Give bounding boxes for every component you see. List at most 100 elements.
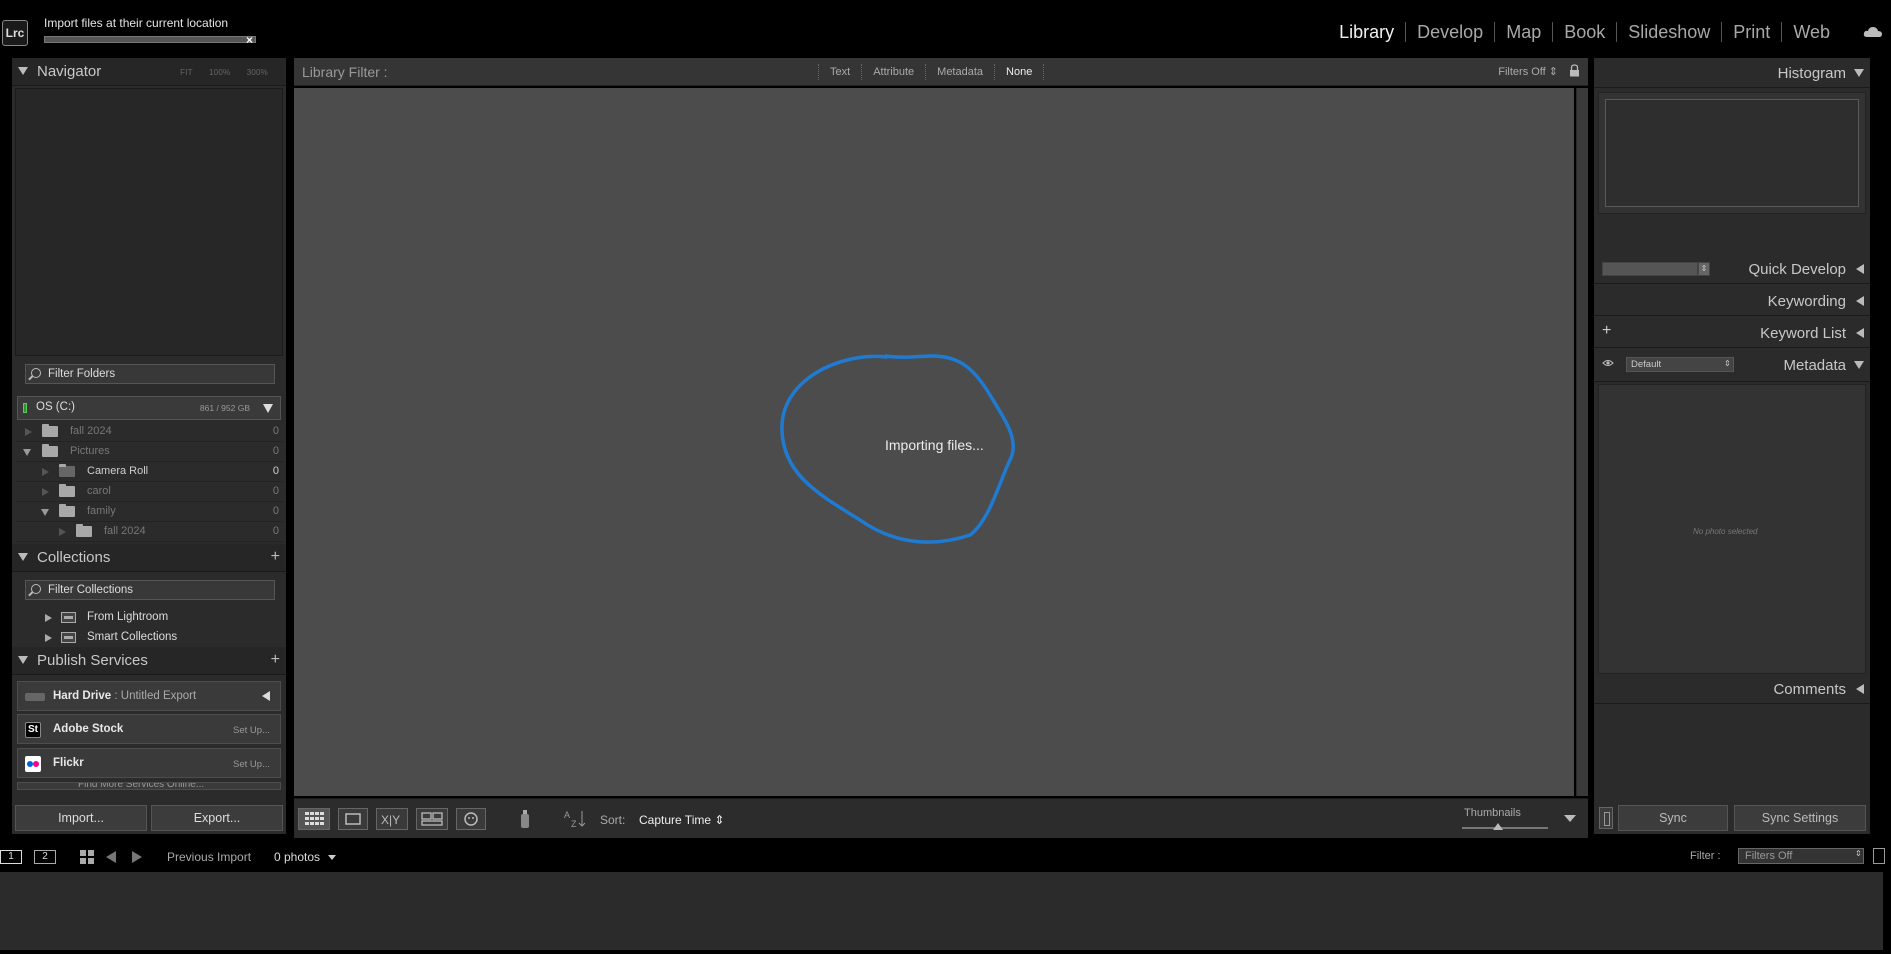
publish-service-hard-drive[interactable]: Hard Drive : Untitled Export <box>17 681 281 711</box>
navigator-preview[interactable] <box>15 88 283 356</box>
add-publish-service-icon[interactable]: + <box>271 651 280 669</box>
grid-view-button[interactable] <box>298 808 330 830</box>
disclosure-icon[interactable] <box>45 634 52 642</box>
adobe-stock-icon: St <box>25 722 41 738</box>
keywording-header[interactable]: Keywording <box>1594 286 1870 316</box>
filmstrip-source[interactable]: Previous Import <box>167 850 251 864</box>
disclosure-icon[interactable] <box>42 468 49 476</box>
expand-triangle-icon <box>1856 264 1864 274</box>
quick-develop-header[interactable]: ⇕ Quick Develop <box>1594 254 1870 284</box>
filter-tab-text[interactable]: Text <box>818 64 861 80</box>
filter-collections-input[interactable]: Filter Collections <box>25 580 275 600</box>
loupe-icon <box>345 813 361 825</box>
zoom-100[interactable]: 100% <box>209 68 230 77</box>
module-develop[interactable]: Develop <box>1405 22 1494 42</box>
publish-service-flickr[interactable]: Flickr Set Up... <box>17 748 281 778</box>
thumbnail-slider-knob[interactable] <box>1493 823 1503 830</box>
disclosure-icon[interactable] <box>42 488 49 496</box>
left-panel: Navigator FIT 100% 300% Filter Folders O… <box>12 58 286 834</box>
filter-tab-metadata[interactable]: Metadata <box>925 64 994 80</box>
expand-icon[interactable] <box>262 691 270 701</box>
volume-name: OS (C:) <box>36 401 75 413</box>
preset-stepper-icon[interactable]: ⇕ <box>1724 359 1731 368</box>
thumbnail-size-slider[interactable] <box>1462 827 1548 829</box>
publish-service-adobe-stock[interactable]: St Adobe Stock Set Up... <box>17 714 281 744</box>
filter-folders-input[interactable]: Filter Folders <box>25 364 275 384</box>
cancel-import-button[interactable]: × <box>246 33 253 47</box>
auto-sync-switch[interactable] <box>1599 807 1613 829</box>
module-slideshow[interactable]: Slideshow <box>1616 22 1721 42</box>
grid-view[interactable]: Importing files... <box>294 88 1574 796</box>
folder-row[interactable]: fall 2024 0 <box>15 422 283 442</box>
module-map[interactable]: Map <box>1494 22 1552 42</box>
preset-stepper-icon[interactable]: ⇕ <box>1698 262 1710 276</box>
folder-row[interactable]: Pictures 0 <box>15 442 283 462</box>
sync-button[interactable]: Sync <box>1618 805 1728 831</box>
disclosure-icon[interactable] <box>23 449 31 456</box>
folder-row[interactable]: carol 0 <box>15 482 283 502</box>
module-print[interactable]: Print <box>1721 22 1781 42</box>
histogram-header[interactable]: Histogram <box>1594 58 1870 88</box>
lock-icon[interactable] <box>1569 64 1580 77</box>
people-view-button[interactable] <box>456 808 486 830</box>
volume-os-c[interactable]: OS (C:) 861 / 952 GB <box>17 396 281 420</box>
painter-spray-icon[interactable] <box>518 808 532 830</box>
add-keyword-icon[interactable]: + <box>1602 322 1611 340</box>
sort-dropdown[interactable]: Capture Time ⇕ <box>639 813 724 827</box>
find-more-services-button[interactable]: Find More Services Online... <box>17 782 281 790</box>
disclosure-icon[interactable] <box>59 528 66 536</box>
metadata-preset-select[interactable]: Default <box>1626 357 1734 372</box>
filmstrip[interactable] <box>0 872 1883 950</box>
filter-toggle-switch[interactable] <box>1873 848 1885 864</box>
folder-row[interactable]: fall 2024 0 <box>15 522 283 542</box>
navigator-header[interactable]: Navigator FIT 100% 300% <box>12 58 286 86</box>
zoom-300[interactable]: 300% <box>247 68 268 77</box>
add-collection-icon[interactable]: + <box>271 548 280 566</box>
module-picker: Library Develop Map Book Slideshow Print… <box>1328 22 1875 42</box>
publish-services-header[interactable]: Publish Services + <box>12 647 286 675</box>
sync-settings-button[interactable]: Sync Settings <box>1734 805 1866 831</box>
photo-count[interactable]: 0 photos <box>274 850 320 864</box>
filmstrip-filter-select[interactable]: Filters Off <box>1738 848 1864 864</box>
volume-dropdown-icon[interactable] <box>263 404 273 413</box>
collection-set-row[interactable]: Smart Collections <box>15 628 283 648</box>
filter-stepper-icon[interactable]: ⇕ <box>1855 849 1862 858</box>
disclosure-icon[interactable] <box>41 509 49 516</box>
loupe-view-button[interactable] <box>338 808 368 830</box>
disclosure-icon[interactable] <box>25 428 32 436</box>
forward-arrow-icon[interactable] <box>132 851 142 863</box>
module-library[interactable]: Library <box>1328 22 1405 42</box>
export-button[interactable]: Export... <box>151 805 283 831</box>
sort-direction-icon[interactable]: A Z <box>562 808 592 830</box>
metadata-header[interactable]: Default ⇕ Metadata <box>1594 350 1870 382</box>
back-arrow-icon[interactable] <box>106 851 116 863</box>
module-web[interactable]: Web <box>1781 22 1841 42</box>
zoom-fit[interactable]: FIT <box>180 68 192 77</box>
disclosure-icon[interactable] <box>45 614 52 622</box>
collections-header[interactable]: Collections + <box>12 544 286 572</box>
collection-set-row[interactable]: From Lightroom <box>15 608 283 628</box>
folder-row[interactable]: Camera Roll 0 <box>15 462 283 482</box>
comments-header[interactable]: Comments <box>1594 674 1870 704</box>
grid-scrollbar[interactable] <box>1576 88 1588 796</box>
cloud-sync-icon[interactable] <box>1863 26 1883 38</box>
folder-row[interactable]: family 0 <box>15 502 283 522</box>
filter-tab-attribute[interactable]: Attribute <box>861 64 925 80</box>
eye-icon[interactable] <box>1602 358 1614 368</box>
import-button[interactable]: Import... <box>15 805 147 831</box>
keyword-list-header[interactable]: + Keyword List <box>1594 318 1870 348</box>
setup-link[interactable]: Set Up... <box>233 725 270 736</box>
chevron-down-icon[interactable] <box>328 855 336 860</box>
compare-view-button[interactable]: X|Y <box>376 808 408 830</box>
survey-view-button[interactable] <box>416 808 448 830</box>
filter-presets-dropdown[interactable]: Filters Off ⇕ <box>1498 65 1558 78</box>
module-book[interactable]: Book <box>1552 22 1616 42</box>
secondary-window-button[interactable]: 2 <box>34 850 56 864</box>
folder-name: Pictures <box>70 445 110 457</box>
toolbar-options-icon[interactable] <box>1564 815 1576 822</box>
main-window-button[interactable]: 1 <box>0 850 22 864</box>
saved-preset-select[interactable] <box>1602 262 1698 276</box>
filter-tab-none[interactable]: None <box>994 64 1045 80</box>
setup-link[interactable]: Set Up... <box>233 759 270 770</box>
grid-icon[interactable] <box>80 850 94 864</box>
